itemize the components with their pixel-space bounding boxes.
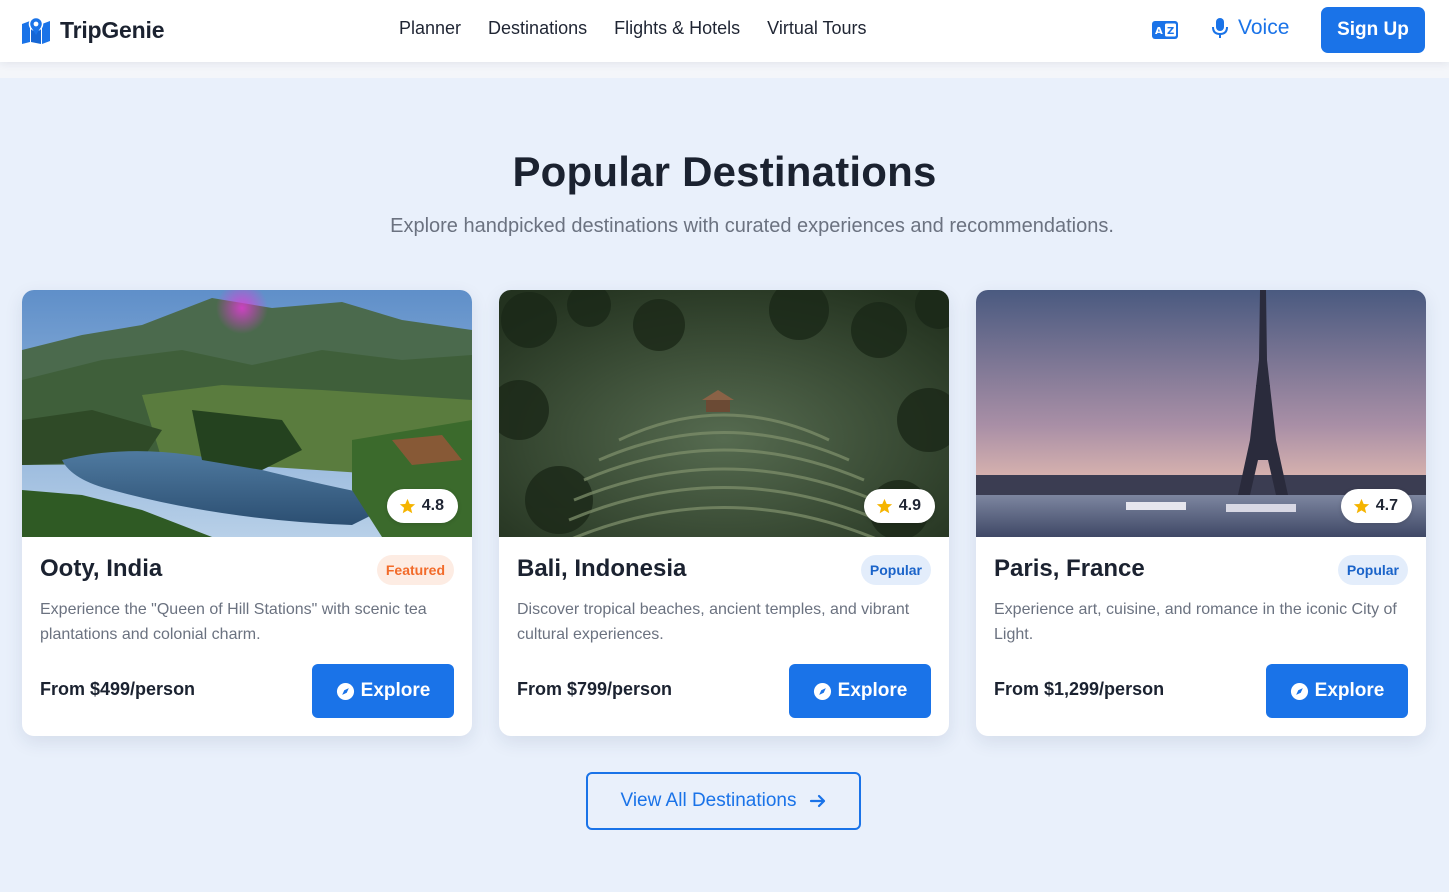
- arrow-right-icon: [809, 794, 825, 808]
- card-description: Discover tropical beaches, ancient templ…: [517, 601, 910, 643]
- destination-card-bali[interactable]: 4.9 Bali, Indonesia Popular Discover tro…: [499, 290, 949, 736]
- card-description: Experience the "Queen of Hill Stations" …: [40, 601, 427, 643]
- view-all-destinations-button[interactable]: View All Destinations: [586, 772, 861, 830]
- map-pin-icon: [22, 16, 50, 44]
- nav-destinations[interactable]: Destinations: [488, 18, 587, 39]
- rating-value: 4.7: [1375, 497, 1398, 514]
- explore-button[interactable]: Explore: [312, 664, 454, 718]
- voice-label: Voice: [1238, 16, 1290, 39]
- card-title: Bali, Indonesia: [517, 555, 687, 582]
- card-price: From $1,299/person: [994, 679, 1165, 699]
- destination-card-paris[interactable]: 4.7 Paris, France Popular Experience art…: [976, 290, 1426, 736]
- explore-label: Explore: [360, 680, 431, 701]
- star-icon: [1353, 498, 1369, 513]
- compass-icon: [336, 682, 354, 700]
- compass-icon: [1290, 682, 1308, 700]
- star-icon: [876, 498, 892, 513]
- star-icon: [399, 498, 415, 513]
- view-all-label: View All Destinations: [620, 790, 797, 811]
- brand-logo[interactable]: TripGenie: [20, 16, 164, 44]
- signup-button[interactable]: Sign Up: [1321, 7, 1425, 53]
- translate-icon[interactable]: A Z: [1151, 19, 1179, 41]
- rating-badge: 4.9: [863, 489, 935, 523]
- featured-badge: Featured: [376, 555, 454, 585]
- microphone-icon: [1212, 18, 1228, 38]
- card-price: From $499/person: [40, 679, 196, 699]
- nav-planner[interactable]: Planner: [399, 18, 461, 39]
- rating-badge: 4.7: [1340, 489, 1412, 523]
- explore-label: Explore: [1314, 680, 1385, 701]
- explore-button[interactable]: Explore: [1266, 664, 1408, 718]
- svg-text:Z: Z: [1167, 26, 1174, 37]
- card-price: From $799/person: [517, 679, 673, 699]
- compass-icon: [813, 682, 831, 700]
- page-title: Popular Destinations: [512, 148, 937, 195]
- voice-button[interactable]: Voice: [1210, 16, 1289, 40]
- nav-flights-hotels[interactable]: Flights & Hotels: [614, 18, 740, 39]
- brand-name: TripGenie: [60, 16, 165, 43]
- card-title: Paris, France: [994, 555, 1145, 582]
- popular-badge: Popular: [1337, 555, 1408, 585]
- main-nav: Planner Destinations Flights & Hotels Vi…: [399, 18, 867, 39]
- rating-badge: 4.8: [386, 489, 458, 523]
- explore-button[interactable]: Explore: [789, 664, 931, 718]
- header-divider: [0, 62, 1449, 78]
- top-navbar: TripGenie Planner Destinations Flights &…: [0, 0, 1449, 62]
- nav-virtual-tours[interactable]: Virtual Tours: [767, 18, 866, 39]
- destination-card-ooty[interactable]: 4.8 Ooty, India Featured Experience the …: [22, 290, 472, 736]
- svg-text:A: A: [1155, 26, 1163, 37]
- popular-badge: Popular: [860, 555, 931, 585]
- card-description: Experience art, cuisine, and romance in …: [994, 601, 1397, 643]
- card-title: Ooty, India: [40, 555, 163, 582]
- explore-label: Explore: [837, 680, 908, 701]
- page-subtitle: Explore handpicked destinations with cur…: [390, 215, 1114, 237]
- rating-value: 4.9: [898, 497, 921, 514]
- rating-value: 4.8: [421, 497, 444, 514]
